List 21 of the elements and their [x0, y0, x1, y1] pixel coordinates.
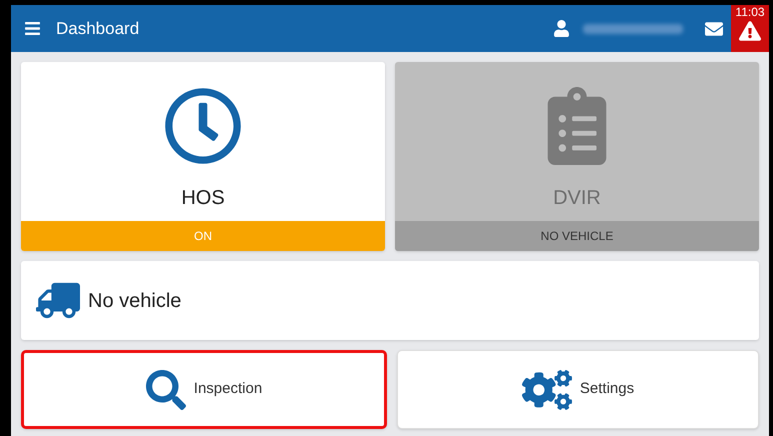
clock-time: 11:03 — [735, 5, 765, 19]
alert-badge[interactable]: 11:03 — [731, 5, 769, 52]
search-icon — [146, 370, 186, 410]
vehicle-card[interactable]: No vehicle — [21, 261, 759, 340]
dashboard-tile[interactable]: HOS ON — [21, 62, 385, 251]
header-title: Dashboard — [56, 18, 140, 40]
vehicle-label: No vehicle — [88, 288, 182, 314]
action-button[interactable]: Settings — [397, 350, 759, 429]
truck-icon — [36, 282, 80, 319]
tile-status-bar: NO VEHICLE — [395, 221, 759, 251]
mail-icon[interactable] — [703, 20, 725, 38]
tile-label: HOS — [181, 186, 225, 211]
menu-icon[interactable] — [24, 20, 41, 37]
clock-icon — [164, 87, 242, 165]
user-icon[interactable] — [554, 20, 569, 37]
dashboard-tile[interactable]: DVIR NO VEHICLE — [395, 62, 759, 251]
gears-icon — [522, 368, 572, 412]
warning-icon — [739, 21, 761, 41]
tile-status-bar: ON — [21, 221, 385, 251]
action-button[interactable]: Inspection — [21, 350, 387, 429]
tile-label: DVIR — [553, 186, 601, 211]
